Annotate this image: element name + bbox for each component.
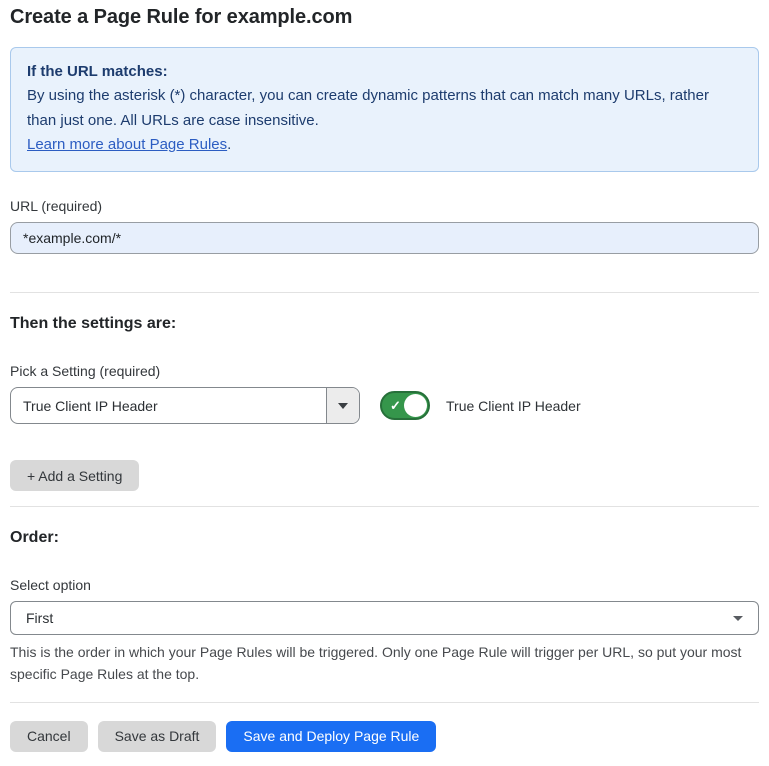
order-select-label: Select option xyxy=(10,577,759,593)
toggle-knob xyxy=(404,394,427,417)
order-heading: Order: xyxy=(10,529,759,547)
cancel-button[interactable]: Cancel xyxy=(10,721,88,752)
url-match-info-box: If the URL matches: By using the asteris… xyxy=(10,47,759,172)
info-box-body-text: By using the asterisk (*) character, you… xyxy=(27,87,709,128)
pick-setting-label: Pick a Setting (required) xyxy=(10,363,759,379)
page-rule-form: Create a Page Rule for example.com If th… xyxy=(0,0,769,766)
footer-actions: Cancel Save as Draft Save and Deploy Pag… xyxy=(10,721,759,752)
setting-row: True Client IP Header ✓ True Client IP H… xyxy=(10,387,759,424)
setting-toggle-group: ✓ True Client IP Header xyxy=(380,391,581,420)
order-help-text: This is the order in which your Page Rul… xyxy=(10,642,759,685)
chevron-down-icon xyxy=(733,616,743,621)
setting-toggle[interactable]: ✓ xyxy=(380,391,430,420)
setting-dropdown-value: True Client IP Header xyxy=(11,388,326,423)
add-setting-button[interactable]: + Add a Setting xyxy=(10,460,139,491)
link-period: . xyxy=(227,136,231,153)
save-as-draft-button[interactable]: Save as Draft xyxy=(98,721,217,752)
chevron-down-icon xyxy=(338,403,348,409)
order-select[interactable]: First xyxy=(10,601,759,635)
check-icon: ✓ xyxy=(390,399,401,412)
settings-heading: Then the settings are: xyxy=(10,315,759,333)
page-title: Create a Page Rule for example.com xyxy=(10,6,759,29)
setting-toggle-label: True Client IP Header xyxy=(446,398,581,414)
info-box-body: By using the asterisk (*) character, you… xyxy=(27,84,742,133)
learn-more-link[interactable]: Learn more about Page Rules xyxy=(27,136,227,153)
save-and-deploy-button[interactable]: Save and Deploy Page Rule xyxy=(226,721,436,752)
url-input[interactable] xyxy=(10,222,759,254)
section-divider xyxy=(10,292,759,293)
footer-divider xyxy=(10,702,759,703)
url-label: URL (required) xyxy=(10,198,759,214)
setting-dropdown[interactable]: True Client IP Header xyxy=(10,387,360,424)
order-select-value: First xyxy=(26,610,53,626)
info-box-link-line: Learn more about Page Rules. xyxy=(27,133,742,157)
setting-dropdown-arrow-button[interactable] xyxy=(326,388,359,423)
section-divider xyxy=(10,506,759,507)
info-box-heading: If the URL matches: xyxy=(27,60,742,84)
